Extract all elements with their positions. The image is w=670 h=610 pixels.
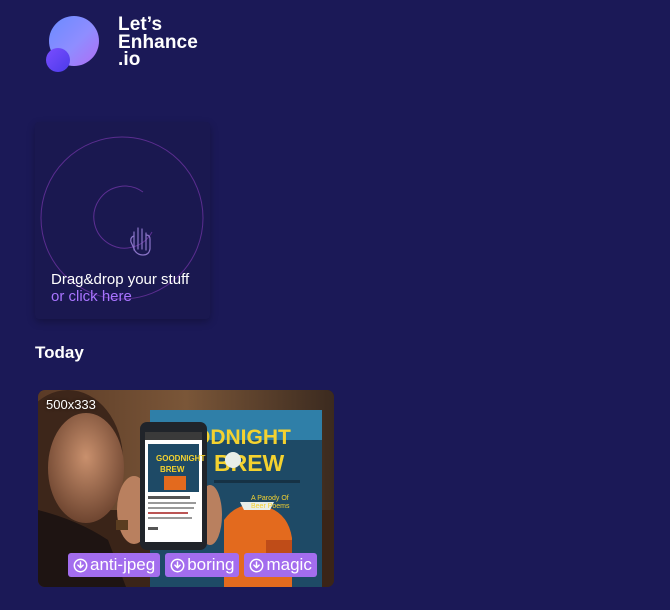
download-icon <box>170 558 185 572</box>
hand-icon <box>130 227 151 256</box>
brand-name: Let’s Enhance .io <box>118 14 198 70</box>
download-boring-label: boring <box>187 555 235 574</box>
dropzone-click-link[interactable]: or click here <box>51 288 132 305</box>
svg-text:BREW: BREW <box>160 465 185 474</box>
result-card: ODNIGHT BREW A Parody Of Beer Poems GOOD… <box>38 390 334 587</box>
section-title-today: Today <box>35 343 84 362</box>
svg-text:A Parody Of: A Parody Of <box>251 495 289 502</box>
dropzone-title: Drag&drop your stuff <box>51 271 190 288</box>
svg-text:GOODNIGHT: GOODNIGHT <box>156 454 205 463</box>
download-magic-button[interactable]: magic <box>244 553 317 577</box>
download-anti-jpeg-label: anti-jpeg <box>90 555 156 574</box>
svg-text:BREW: BREW <box>214 450 285 476</box>
brand-logo[interactable]: Let’s Enhance .io <box>44 14 224 76</box>
logo-mark-icon <box>46 16 99 72</box>
app-page: Let’s Enhance .io Drag&drop your stuff o… <box>0 0 670 610</box>
brand-line-3: .io <box>118 49 141 70</box>
image-size-label: 500x333 <box>46 397 96 412</box>
svg-text:Beer Poems: Beer Poems <box>251 503 290 510</box>
upload-dropzone[interactable]: Drag&drop your stuff or click here <box>35 122 210 319</box>
brand-line-1: Let’s <box>118 14 163 35</box>
download-icon <box>250 558 264 572</box>
download-magic-label: magic <box>266 555 312 574</box>
download-icon <box>73 558 88 572</box>
svg-text:ODNIGHT: ODNIGHT <box>194 426 291 449</box>
download-boring-button[interactable]: boring <box>165 553 240 577</box>
download-anti-jpeg-button[interactable]: anti-jpeg <box>68 553 161 577</box>
download-buttons: anti-jpeg boring magic <box>68 553 317 577</box>
